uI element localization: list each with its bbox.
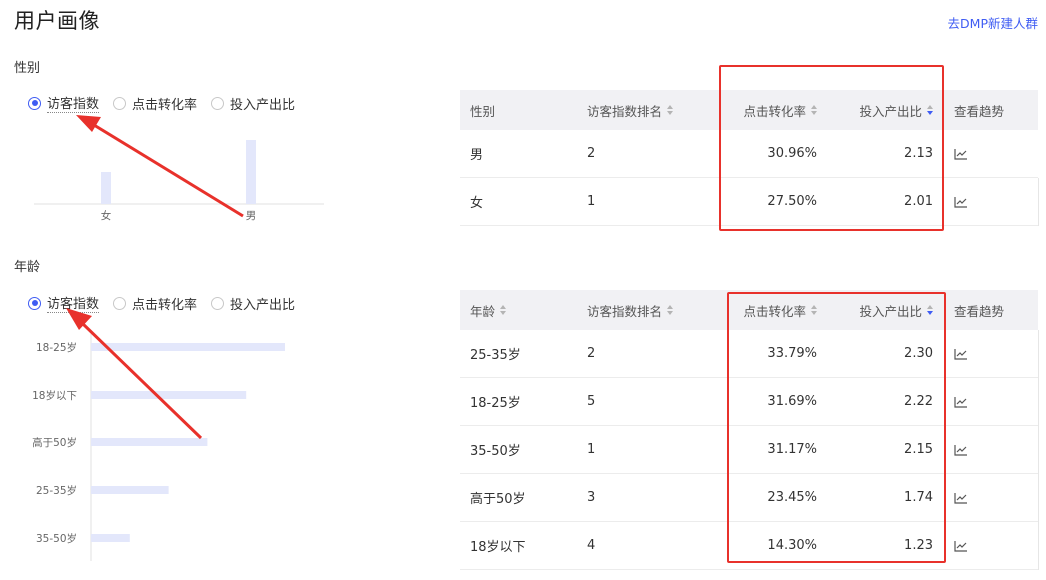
bar-2 — [91, 438, 208, 446]
scrollbar-track — [1038, 178, 1039, 226]
col-view-trend: 查看趋势 — [954, 103, 1005, 119]
line-chart-icon[interactable] — [954, 540, 968, 552]
table-row: 18-25岁 5 31.69% 2.22 — [460, 378, 1038, 426]
y-tick-label: 25-35岁 — [36, 484, 77, 497]
radio-circle-icon — [28, 296, 41, 310]
sort-caret-icon[interactable] — [500, 305, 507, 315]
age-section-title: 年龄 — [14, 260, 41, 275]
line-chart-icon[interactable] — [954, 148, 968, 160]
bar-0 — [101, 172, 111, 204]
radio-circle-icon — [211, 296, 225, 310]
age-table-header: 年龄 访客指数排名 点击转化率 投入产出比 查看趋势 — [460, 290, 1038, 330]
table-row: 35-50岁 1 31.17% 2.15 — [460, 426, 1038, 474]
table-row: 25-35岁 2 33.79% 2.30 — [460, 330, 1038, 378]
sort-caret-icon[interactable] — [927, 305, 933, 315]
col-visitor-rank[interactable]: 访客指数排名 — [587, 90, 674, 130]
radio-circle-icon — [113, 96, 127, 110]
radio-circle-icon — [113, 296, 127, 310]
x-tick-label: 男 — [246, 210, 257, 222]
y-tick-label: 18岁以下 — [32, 389, 77, 402]
page-title: 用户画像 — [14, 9, 100, 33]
scrollbar-track — [1038, 330, 1039, 570]
sort-caret-icon[interactable] — [667, 305, 674, 315]
col-visitor-rank[interactable]: 访客指数排名 — [587, 290, 674, 330]
line-chart-icon[interactable] — [954, 492, 968, 504]
age-table: 年龄 访客指数排名 点击转化率 投入产出比 查看趋势 25-35岁 2 33.7… — [460, 290, 1038, 570]
sort-caret-icon[interactable] — [811, 105, 817, 115]
gender-section-title: 性别 — [14, 61, 41, 76]
sort-caret-icon[interactable] — [927, 105, 933, 115]
line-chart-icon[interactable] — [954, 196, 968, 208]
gender-bar-chart: 女男 — [34, 140, 324, 222]
y-tick-label: 35-50岁 — [36, 532, 77, 545]
y-tick-label: 18-25岁 — [36, 341, 77, 354]
create-dmp-audience-link[interactable]: 去DMP新建人群 — [948, 13, 1038, 32]
sort-caret-icon[interactable] — [667, 105, 674, 115]
bar-1 — [246, 140, 256, 204]
line-chart-icon[interactable] — [954, 396, 968, 408]
col-view-trend: 查看趋势 — [954, 303, 1005, 319]
col-gender: 性别 — [470, 103, 496, 119]
x-tick-label: 女 — [101, 209, 112, 222]
age-radio-visitor-index[interactable]: 访客指数 — [28, 293, 100, 313]
bar-4 — [91, 534, 130, 542]
age-radio-click-conversion[interactable]: 点击转化率 — [113, 294, 197, 313]
table-row: 高于50岁 3 23.45% 1.74 — [460, 474, 1038, 522]
radio-circle-icon — [211, 96, 225, 110]
col-click-conversion[interactable]: 点击转化率 — [710, 290, 817, 330]
line-chart-icon[interactable] — [954, 444, 968, 456]
age-bar-chart: 18-25岁 18岁以下高于50岁 25-35岁 35-50岁 — [32, 333, 285, 561]
bar-0 — [91, 343, 285, 351]
age-metric-radio-group: 访客指数 点击转化率 投入产出比 — [28, 293, 309, 313]
col-roi[interactable]: 投入产出比 — [840, 90, 933, 130]
sort-caret-icon[interactable] — [811, 305, 817, 315]
col-roi[interactable]: 投入产出比 — [840, 290, 933, 330]
table-row: 18岁以下 4 14.30% 1.23 — [460, 522, 1038, 570]
y-tick-label: 高于50岁 — [32, 436, 77, 449]
col-click-conversion[interactable]: 点击转化率 — [710, 90, 817, 130]
table-row: 女 1 27.50% 2.01 — [460, 178, 1038, 226]
bar-3 — [91, 486, 169, 494]
gender-table: 性别 访客指数排名 点击转化率 投入产出比 查看趋势 男 2 30.96% 2.… — [460, 90, 1038, 226]
bar-1 — [91, 391, 247, 399]
age-radio-roi[interactable]: 投入产出比 — [211, 294, 295, 313]
col-age[interactable]: 年龄 — [470, 290, 507, 330]
radio-circle-icon — [28, 96, 41, 110]
line-chart-icon[interactable] — [954, 348, 968, 360]
table-row: 男 2 30.96% 2.13 — [460, 130, 1038, 178]
gender-table-header: 性别 访客指数排名 点击转化率 投入产出比 查看趋势 — [460, 90, 1038, 130]
